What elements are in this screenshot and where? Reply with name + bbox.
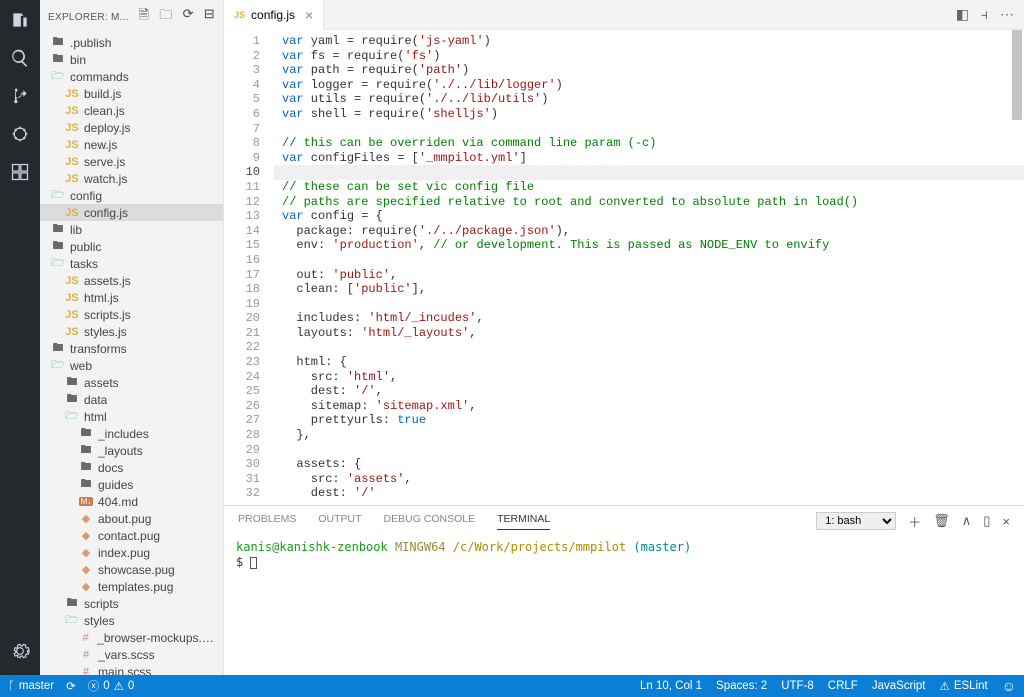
split-icon[interactable]: ⫞: [981, 6, 988, 23]
line-gutter: 1234567891011121314151617181920212223242…: [224, 30, 274, 505]
tree-item[interactable]: #_vars.scss: [40, 646, 223, 663]
tree-item[interactable]: 🗁config: [40, 187, 223, 204]
status-problems[interactable]: ⓧ 0 ⚠ 0: [88, 678, 135, 694]
tab-problems[interactable]: PROBLEMS: [238, 513, 296, 529]
refresh-icon[interactable]: ⟳: [183, 6, 194, 28]
tree-item[interactable]: 🖿guides: [40, 476, 223, 493]
tree-item[interactable]: JSassets.js: [40, 272, 223, 289]
activity-bar: [0, 0, 40, 675]
vertical-scrollbar[interactable]: [1010, 30, 1024, 505]
app-root: EXPLORER: M... 🗎 🗀 ⟳ ⊟ 🖿.publish🖿bin🗁com…: [0, 0, 1024, 675]
status-branch[interactable]: ᚴ master: [8, 680, 54, 692]
panel-tabs: PROBLEMS OUTPUT DEBUG CONSOLE TERMINAL 1…: [224, 506, 1024, 536]
tree-item[interactable]: 🖿public: [40, 238, 223, 255]
terminal-path: /c/Work/projects/mmpilot: [453, 540, 626, 554]
close-icon[interactable]: ×: [305, 7, 313, 23]
explorer-header: EXPLORER: M... 🗎 🗀 ⟳ ⊟: [40, 0, 223, 34]
extensions-icon[interactable]: [8, 160, 32, 184]
status-bar: ᚴ master ⟳ ⓧ 0 ⚠ 0 Ln 10, Col 1 Spaces: …: [0, 675, 1024, 697]
tree-item[interactable]: JSnew.js: [40, 136, 223, 153]
scrollbar-thumb[interactable]: [1012, 30, 1022, 120]
search-icon[interactable]: [8, 46, 32, 70]
tree-item[interactable]: 🖿lib: [40, 221, 223, 238]
status-eslint[interactable]: ⚠ ESLint: [940, 679, 988, 693]
file-tree[interactable]: 🖿.publish🖿bin🗁commandsJSbuild.jsJSclean.…: [40, 34, 223, 675]
tree-item[interactable]: 🖿assets: [40, 374, 223, 391]
new-terminal-icon[interactable]: ＋: [908, 512, 921, 531]
tab-label: config.js: [251, 8, 295, 22]
explorer-icon[interactable]: [8, 8, 32, 32]
settings-icon[interactable]: [8, 639, 32, 663]
tree-item[interactable]: 🖿_includes: [40, 425, 223, 442]
tab-terminal[interactable]: TERMINAL: [497, 513, 550, 530]
terminal-cursor: [250, 557, 257, 569]
tab-debug-console[interactable]: DEBUG CONSOLE: [384, 513, 476, 529]
tree-item[interactable]: ◆templates.pug: [40, 578, 223, 595]
new-file-icon[interactable]: 🗎: [139, 6, 150, 28]
explorer-sidebar: EXPLORER: M... 🗎 🗀 ⟳ ⊟ 🖿.publish🖿bin🗁com…: [40, 0, 224, 675]
tree-item[interactable]: JSstyles.js: [40, 323, 223, 340]
tree-item[interactable]: 🗁html: [40, 408, 223, 425]
terminal-selector[interactable]: 1: bash: [816, 512, 896, 530]
tree-item[interactable]: 🖿_layouts: [40, 442, 223, 459]
terminal-body[interactable]: kanis@kanishk-zenbook MINGW64 /c/Work/pr…: [224, 536, 1024, 675]
tree-item[interactable]: #_browser-mockups.scss: [40, 629, 223, 646]
tree-item[interactable]: 🗁tasks: [40, 255, 223, 272]
new-folder-icon[interactable]: 🗀: [159, 6, 172, 28]
status-spaces[interactable]: Spaces: 2: [716, 680, 767, 692]
tab-bar: JS config.js × ◧ ⫞ ⋯: [224, 0, 1024, 30]
tree-item[interactable]: JSscripts.js: [40, 306, 223, 323]
tab-config-js[interactable]: JS config.js ×: [224, 0, 324, 30]
tree-item[interactable]: 🗁commands: [40, 68, 223, 85]
tree-item[interactable]: 🖿transforms: [40, 340, 223, 357]
tree-item[interactable]: ◆contact.pug: [40, 527, 223, 544]
collapse-icon[interactable]: ⊟: [204, 6, 215, 28]
tree-item[interactable]: 🖿bin: [40, 51, 223, 68]
status-cursor[interactable]: Ln 10, Col 1: [640, 680, 702, 692]
more-icon[interactable]: ⋯: [1000, 6, 1014, 23]
tree-item[interactable]: M↓404.md: [40, 493, 223, 510]
maximize-panel-icon[interactable]: ∧: [962, 513, 972, 529]
editor-area: JS config.js × ◧ ⫞ ⋯ 1234567891011121314…: [224, 0, 1024, 675]
compare-icon[interactable]: ◧: [956, 6, 969, 23]
terminal-host: MINGW64: [395, 540, 446, 554]
tree-item[interactable]: #main.scss: [40, 663, 223, 675]
terminal-prompt: $: [236, 555, 243, 569]
status-sync[interactable]: ⟳: [66, 679, 76, 693]
tree-item[interactable]: JSclean.js: [40, 102, 223, 119]
status-feedback-icon[interactable]: ☺: [1002, 678, 1016, 694]
editor-actions: ◧ ⫞ ⋯: [956, 6, 1024, 23]
debug-icon[interactable]: [8, 122, 32, 146]
code-editor[interactable]: 1234567891011121314151617181920212223242…: [224, 30, 1024, 505]
tree-item[interactable]: JSconfig.js: [40, 204, 223, 221]
terminal-user: kanis@kanishk-zenbook: [236, 540, 388, 554]
status-eol[interactable]: CRLF: [828, 680, 858, 692]
tree-item[interactable]: JSwatch.js: [40, 170, 223, 187]
close-panel-icon[interactable]: ×: [1002, 514, 1010, 529]
bottom-panel: PROBLEMS OUTPUT DEBUG CONSOLE TERMINAL 1…: [224, 505, 1024, 675]
source-control-icon[interactable]: [8, 84, 32, 108]
tree-item[interactable]: ◆showcase.pug: [40, 561, 223, 578]
tree-item[interactable]: 🗁styles: [40, 612, 223, 629]
tree-item[interactable]: ◆index.pug: [40, 544, 223, 561]
js-icon: JS: [234, 10, 245, 20]
split-terminal-icon[interactable]: ▯: [983, 513, 990, 529]
tree-item[interactable]: 🖿docs: [40, 459, 223, 476]
tree-item[interactable]: 🖿data: [40, 391, 223, 408]
tab-output[interactable]: OUTPUT: [318, 513, 361, 529]
tree-item[interactable]: JSbuild.js: [40, 85, 223, 102]
status-language[interactable]: JavaScript: [872, 680, 926, 692]
tree-item[interactable]: ◆about.pug: [40, 510, 223, 527]
terminal-branch: (master): [633, 540, 691, 554]
tree-item[interactable]: 🖿scripts: [40, 595, 223, 612]
status-encoding[interactable]: UTF-8: [781, 680, 814, 692]
kill-terminal-icon[interactable]: 🗑: [933, 513, 950, 529]
code-content[interactable]: var yaml = require('js-yaml')var fs = re…: [274, 30, 1024, 505]
tree-item[interactable]: 🖿.publish: [40, 34, 223, 51]
tree-item[interactable]: 🗁web: [40, 357, 223, 374]
tree-item[interactable]: JShtml.js: [40, 289, 223, 306]
tree-item[interactable]: JSdeploy.js: [40, 119, 223, 136]
explorer-title: EXPLORER: M...: [48, 12, 139, 23]
tree-item[interactable]: JSserve.js: [40, 153, 223, 170]
